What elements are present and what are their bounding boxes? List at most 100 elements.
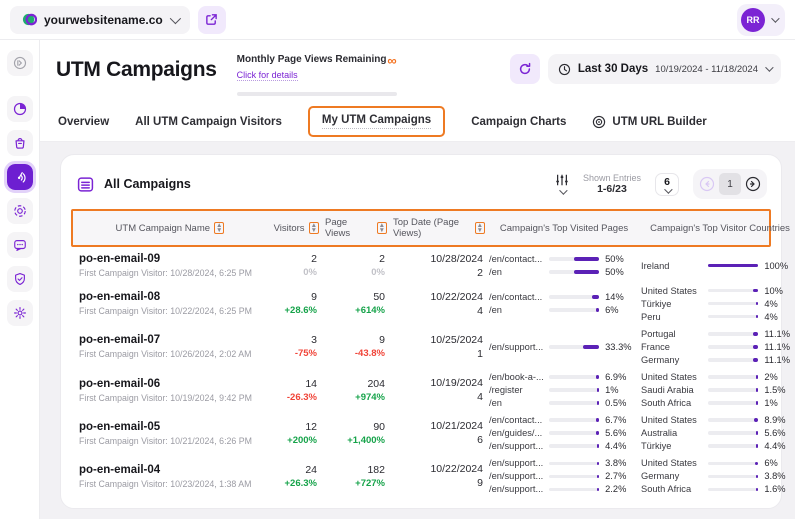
first-campaign-visitor: First Campaign Visitor: 10/23/2024, 1:38… <box>79 479 257 489</box>
sidebar-item-settings[interactable] <box>7 300 33 326</box>
bar-label: /en/contact... <box>489 415 543 425</box>
external-link-icon <box>205 13 218 26</box>
table-row[interactable]: po-en-email-04 First Campaign Visitor: 1… <box>79 455 763 497</box>
table-row[interactable]: po-en-email-05 First Campaign Visitor: 1… <box>79 412 763 454</box>
column-header-top-pages: Campaign's Top Visited Pages <box>491 223 637 234</box>
bar-item: /en/support...2.7% <box>489 471 635 481</box>
top-countries-list: Ireland100% <box>641 261 795 271</box>
next-page-button[interactable] <box>743 174 763 194</box>
bar-label: /en/contact... <box>489 292 543 302</box>
sidebar-item-privacy[interactable] <box>7 266 33 292</box>
bar-track <box>549 431 599 435</box>
page-views-delta: -43.8% <box>323 348 385 359</box>
sort-icon[interactable]: ▲▼ <box>214 222 224 234</box>
bar-fill <box>708 264 758 268</box>
campaign-name: po-en-email-05 <box>79 421 257 433</box>
table-row[interactable]: po-en-email-09 First Campaign Visitor: 1… <box>79 250 763 282</box>
table-row[interactable]: po-en-email-07 First Campaign Visitor: 1… <box>79 326 763 368</box>
campaign-name: po-en-email-07 <box>79 334 257 346</box>
tab-campaign-charts[interactable]: Campaign Charts <box>471 116 566 128</box>
bar-label: /en/contact... <box>489 254 543 264</box>
top-pages-list: /en/contact... 50% /en50% <box>489 254 635 277</box>
open-site-button[interactable] <box>198 6 226 34</box>
table-row[interactable]: po-en-email-08 First Campaign Visitor: 1… <box>79 283 763 325</box>
prev-page-button[interactable] <box>697 174 717 194</box>
sidebar-item-ecommerce[interactable] <box>7 130 33 156</box>
bar-percent: 11.1% <box>764 329 795 339</box>
tab-all-utm-campaign-visitors[interactable]: All UTM Campaign Visitors <box>135 116 282 128</box>
bar-percent: 3.8% <box>605 458 635 468</box>
sort-icon[interactable]: ▲▼ <box>377 222 387 234</box>
bar-item: /en50% <box>489 267 635 277</box>
bar-percent: 50% <box>605 254 635 264</box>
date-range-picker[interactable]: Last 30 Days 10/19/2024 - 11/18/2024 <box>548 54 781 84</box>
sidebar-item-utm-campaigns[interactable] <box>7 164 33 190</box>
visitors-value: 2 <box>263 253 317 265</box>
user-menu[interactable]: RR <box>737 4 785 36</box>
sidebar-item-collapse[interactable] <box>7 50 33 76</box>
bar-label: United States <box>641 372 702 382</box>
first-campaign-visitor: First Campaign Visitor: 10/26/2024, 2:02… <box>79 349 257 359</box>
bar-track <box>549 270 599 274</box>
sliders-icon <box>555 174 569 186</box>
column-header-name[interactable]: UTM Campaign Name ▲▼ <box>81 222 259 234</box>
bar-fill <box>756 302 759 306</box>
card-title: All Campaigns <box>104 177 191 191</box>
site-selector[interactable]: yourwebsitename.co <box>10 6 190 34</box>
bar-track <box>708 475 758 479</box>
bar-track <box>708 358 758 362</box>
quota-widget: Monthly Page Views Remaining Click for d… <box>237 54 397 96</box>
tab-overview[interactable]: Overview <box>58 116 109 128</box>
top-date-views: 4 <box>391 305 483 317</box>
page-size-select[interactable]: 6 <box>655 173 679 196</box>
bar-label: Peru <box>641 312 702 322</box>
bar-item: Germany11.1% <box>641 355 795 365</box>
topbar: yourwebsitename.co RR <box>0 0 795 40</box>
tab-bar: Overview All UTM Campaign Visitors My UT… <box>40 96 795 142</box>
bar-item: Peru4% <box>641 312 795 322</box>
bar-percent: 4.4% <box>764 441 795 451</box>
sidebar-item-feedback[interactable] <box>7 232 33 258</box>
sidebar-item-analytics[interactable] <box>7 96 33 122</box>
gear-icon <box>13 306 27 320</box>
all-campaigns-card: All Campaigns Shown Ent <box>60 154 782 509</box>
bar-label: /en/support... <box>489 441 543 451</box>
column-header-visitors[interactable]: Visitors ▲▼ <box>265 222 319 234</box>
bar-item: United States8.9% <box>641 415 795 425</box>
bar-label: Türkiye <box>641 441 702 451</box>
bar-item: Portugal11.1% <box>641 329 795 339</box>
bar-track <box>708 332 758 336</box>
bar-track <box>549 375 599 379</box>
top-countries-list: United States10%Türkiye4%Peru4% <box>641 286 795 322</box>
column-header-page-views[interactable]: Page Views ▲▼ <box>325 217 387 239</box>
bar-label: /en <box>489 398 543 408</box>
sort-icon[interactable]: ▲▼ <box>309 222 319 234</box>
page-number[interactable]: 1 <box>719 173 741 195</box>
column-header-top-date[interactable]: Top Date (Page Views) ▲▼ <box>393 217 485 239</box>
table-row[interactable]: po-en-email-06 First Campaign Visitor: 1… <box>79 369 763 411</box>
sort-icon[interactable]: ▲▼ <box>475 222 485 234</box>
bar-label: /register <box>489 385 543 395</box>
page-views-delta: +614% <box>323 305 385 316</box>
page-title: UTM Campaigns <box>56 58 217 82</box>
quota-details-link[interactable]: Click for details <box>237 70 298 81</box>
bar-percent: 14% <box>605 292 635 302</box>
tab-my-utm-campaigns[interactable]: My UTM Campaigns <box>308 106 445 137</box>
bar-percent: 10% <box>764 286 795 296</box>
column-filter-button[interactable] <box>555 174 569 195</box>
visitors-value: 14 <box>263 378 317 390</box>
bar-fill <box>756 375 759 379</box>
bar-item: /register1% <box>489 385 635 395</box>
bar-label: /en/support... <box>489 484 543 494</box>
sidebar-item-goals[interactable] <box>7 198 33 224</box>
bar-item: United States6% <box>641 458 795 468</box>
bar-fill <box>756 388 759 392</box>
utm-signal-icon <box>13 170 27 184</box>
bar-percent: 6.9% <box>605 372 635 382</box>
bar-track <box>549 475 599 479</box>
bar-percent: 2.2% <box>605 484 635 494</box>
sidebar <box>0 40 40 519</box>
bar-label: Australia <box>641 428 702 438</box>
tab-utm-url-builder[interactable]: UTM URL Builder <box>592 115 706 129</box>
refresh-button[interactable] <box>510 54 540 84</box>
